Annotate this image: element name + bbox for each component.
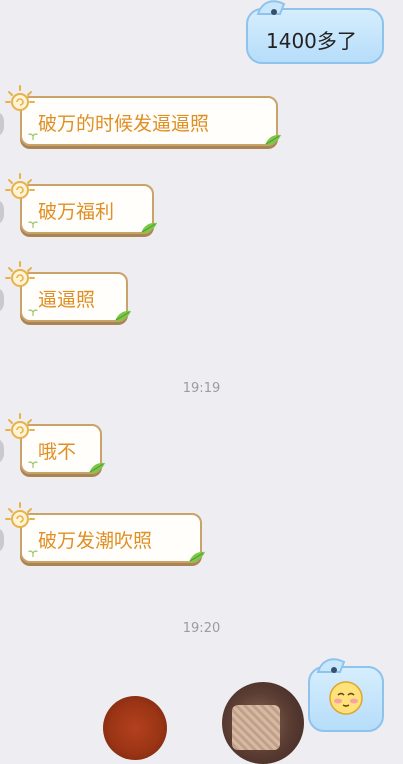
message-bubble-incoming[interactable]: 破万发潮吹照 — [20, 513, 205, 563]
sun-icon — [5, 261, 35, 287]
message-text: 哦不 — [38, 441, 77, 463]
sun-icon — [5, 413, 35, 439]
bubble-eye-icon — [331, 667, 337, 673]
message-text: 破万福利 — [38, 201, 115, 223]
sprout-icon — [28, 221, 38, 228]
timestamp: 19:20 — [182, 621, 221, 636]
leaf-icon — [265, 134, 281, 146]
sprout-icon — [28, 550, 38, 557]
sprout-icon — [28, 309, 38, 316]
sun-icon — [5, 502, 35, 528]
message-bubble-outgoing[interactable] — [308, 658, 384, 732]
avatar[interactable] — [0, 111, 4, 137]
sprout-icon — [28, 461, 38, 468]
message-bubble-outgoing[interactable]: 1400多了 — [246, 0, 384, 64]
message-text: 破万发潮吹照 — [38, 530, 153, 552]
leaf-icon — [141, 222, 157, 234]
message-text: 1400多了 — [266, 29, 357, 53]
avatar[interactable] — [0, 287, 4, 313]
sticker-partial — [232, 705, 280, 750]
sun-icon — [5, 85, 35, 111]
leaf-icon — [115, 310, 131, 322]
leaf-icon — [189, 551, 205, 563]
message-bubble-incoming[interactable]: 破万的时候发逼逼照 — [20, 96, 281, 146]
message-bubble-incoming[interactable]: 逼逼照 — [20, 272, 131, 322]
leaf-icon — [89, 462, 105, 474]
timestamp: 19:19 — [182, 381, 221, 396]
message-bubble-incoming[interactable]: 破万福利 — [20, 184, 157, 234]
blush-emoji-icon — [329, 681, 363, 715]
bubble-eye-icon — [271, 9, 277, 15]
avatar[interactable] — [0, 199, 4, 225]
message-text: 破万的时候发逼逼照 — [38, 113, 210, 135]
sticker-partial — [103, 696, 167, 760]
sun-icon — [5, 173, 35, 199]
message-text: 逼逼照 — [38, 289, 96, 311]
sprout-icon — [28, 133, 38, 140]
